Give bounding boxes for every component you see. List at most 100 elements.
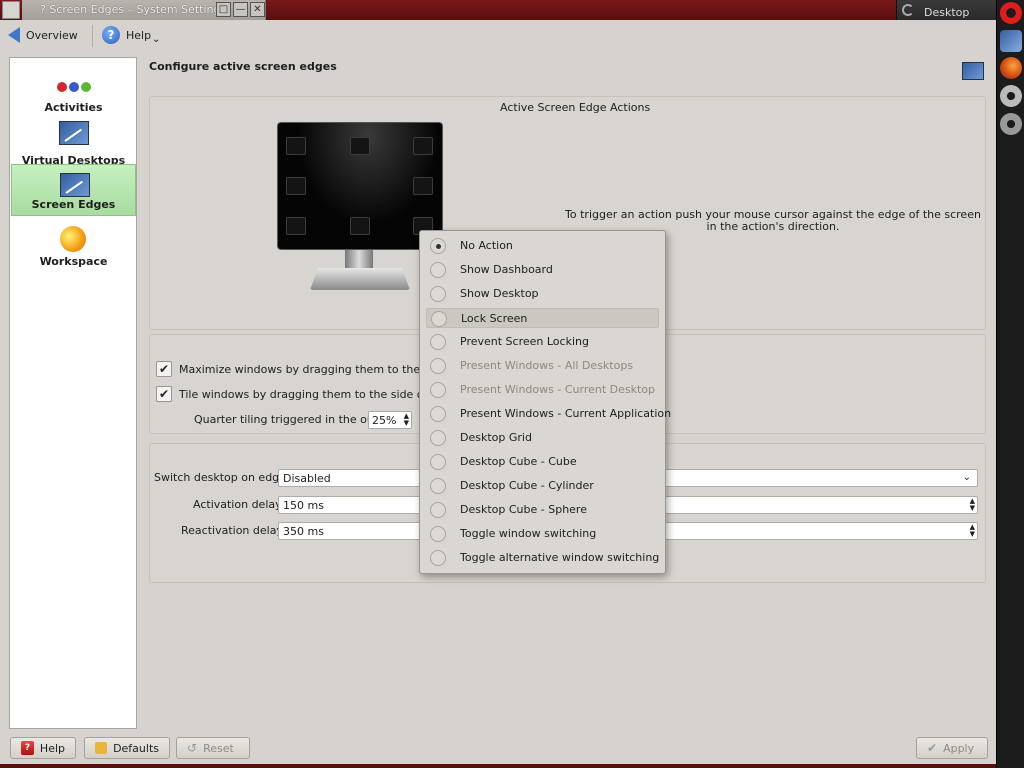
radio-icon	[430, 406, 446, 422]
menu-option-label: Present Windows - Current Desktop	[460, 383, 656, 396]
edge-right[interactable]	[413, 177, 433, 195]
menu-option[interactable]: Toggle alternative window switching	[426, 548, 659, 568]
radio-icon	[430, 262, 446, 278]
overview-label: Overview	[26, 28, 78, 42]
switch-desktop-value: Disabled	[283, 472, 331, 485]
menu-option-label: Show Dashboard	[460, 263, 553, 276]
radio-icon	[430, 478, 446, 494]
page-title: Configure active screen edges	[149, 60, 337, 73]
edge-bottom[interactable]	[350, 217, 370, 235]
menu-option[interactable]: Desktop Cube - Cylinder	[426, 476, 659, 496]
defaults-button[interactable]: Defaults	[84, 737, 170, 759]
menu-option-label: Prevent Screen Locking	[460, 335, 589, 348]
menu-option-label: Toggle window switching	[460, 527, 597, 540]
menu-option[interactable]: No Action	[426, 236, 659, 256]
menu-option-label: Desktop Cube - Cylinder	[460, 479, 594, 492]
help-label: Help	[126, 28, 152, 42]
menu-option[interactable]: Desktop Grid	[426, 428, 659, 448]
screen-edges-module-icon	[962, 62, 984, 80]
edge-bottom-left[interactable]	[286, 217, 306, 235]
monitor-preview	[277, 122, 443, 250]
menu-option[interactable]: Present Windows - Current Application	[426, 404, 671, 424]
radio-icon	[430, 454, 446, 470]
radio-icon	[430, 526, 446, 542]
quarter-tiling-value: 25%	[372, 414, 397, 427]
help-menu-button[interactable]: ? Help	[102, 24, 151, 46]
radio-icon	[431, 311, 447, 327]
menu-option[interactable]: Lock Screen	[426, 308, 659, 328]
spin-arrows-icon[interactable]: ▲ ▼	[970, 498, 975, 512]
edge-top-right[interactable]	[413, 137, 433, 155]
menu-option[interactable]: Desktop Cube - Sphere	[426, 500, 659, 520]
keep-above-button[interactable]: □	[216, 2, 231, 17]
taskbar-desktop-label: Desktop	[924, 6, 970, 19]
workspace-icon	[60, 226, 86, 252]
activities-icon	[57, 82, 91, 92]
gear-icon[interactable]	[1000, 85, 1022, 107]
reset-button-label: Reset	[203, 741, 234, 755]
menu-option-label: No Action	[460, 239, 513, 252]
maximize-label: Maximize windows by dragging them to the…	[179, 363, 456, 376]
window-title: ? Screen Edges – System Settings	[40, 3, 227, 16]
menu-option-label: Lock Screen	[461, 312, 528, 325]
sidebar-item-activities[interactable]: Activities	[11, 66, 136, 118]
defaults-button-label: Defaults	[113, 741, 159, 755]
edge-top-left[interactable]	[286, 137, 306, 155]
reactivation-delay-value: 350 ms	[283, 525, 324, 538]
reset-icon: ↺	[187, 741, 198, 755]
menu-option-label: Present Windows - All Desktops	[460, 359, 634, 372]
menu-option[interactable]: Show Dashboard	[426, 260, 659, 280]
radio-icon	[430, 382, 446, 398]
radio-icon	[430, 286, 446, 302]
menu-option[interactable]: Present Windows - Current Desktop	[426, 380, 659, 400]
sidebar-item-label: Screen Edges	[31, 198, 116, 211]
sidebar-item-label: Workspace	[39, 255, 108, 268]
menu-option-label: Desktop Grid	[460, 431, 532, 444]
quarter-tiling-spinbox[interactable]: 25% ▲ ▼	[368, 411, 412, 429]
firefox-icon[interactable]	[1000, 57, 1022, 79]
reset-button[interactable]: ↺ Reset	[176, 737, 250, 759]
edge-top[interactable]	[350, 137, 370, 155]
back-arrow-icon	[8, 27, 20, 43]
activation-delay-value: 150 ms	[283, 499, 324, 512]
window-bottom-border	[0, 764, 996, 768]
apply-button-label: Apply	[943, 741, 975, 755]
menu-option[interactable]: Show Desktop	[426, 284, 659, 304]
menu-option[interactable]: Prevent Screen Locking	[426, 332, 659, 352]
radio-icon	[430, 430, 446, 446]
gears-icon[interactable]	[1000, 113, 1022, 135]
activation-delay-label: Activation delay:	[193, 498, 285, 511]
opera-icon[interactable]	[1000, 2, 1022, 24]
sidebar-item-workspace[interactable]: Workspace	[11, 220, 136, 272]
defaults-icon	[95, 742, 108, 754]
tile-checkbox[interactable]: ✔	[156, 386, 172, 402]
menu-option-label: Present Windows - Current Application	[460, 407, 672, 420]
spin-arrows-icon[interactable]: ▲ ▼	[404, 413, 409, 427]
help-icon: ?	[21, 741, 34, 755]
overview-button[interactable]: Overview	[8, 24, 78, 46]
sidebar-item-label: Activities	[44, 101, 103, 114]
minimize-button[interactable]: —	[233, 2, 248, 17]
maximize-checkbox[interactable]: ✔	[156, 361, 172, 377]
radio-icon	[430, 550, 446, 566]
chevron-down-icon: ⌄	[962, 472, 971, 483]
menu-option[interactable]: Present Windows - All Desktops	[426, 356, 659, 376]
switch-desktop-label: Switch desktop on edge:	[154, 471, 290, 484]
menu-option[interactable]: Desktop Cube - Cube	[426, 452, 659, 472]
chevron-down-icon[interactable]: ⌄	[152, 34, 160, 45]
menu-option[interactable]: Toggle window switching	[426, 524, 659, 544]
system-settings-icon[interactable]	[1000, 30, 1022, 52]
close-button[interactable]: ✕	[250, 2, 265, 17]
apply-button[interactable]: ✔ Apply	[916, 737, 988, 759]
toolbar-separator	[92, 25, 93, 47]
edge-left[interactable]	[286, 177, 306, 195]
menu-option-label: Desktop Cube - Sphere	[460, 503, 587, 516]
tile-label: Tile windows by dragging them to the sid…	[179, 388, 459, 401]
spin-arrows-icon[interactable]: ▲ ▼	[970, 524, 975, 538]
window-menu-icon[interactable]	[2, 1, 20, 19]
sidebar-item-screen-edges[interactable]: Screen Edges	[11, 164, 136, 216]
help-button[interactable]: ? Help	[10, 737, 76, 759]
radio-icon	[430, 334, 446, 350]
module-sidebar: Activities Virtual Desktops Screen Edges…	[9, 57, 137, 729]
virtual-desktops-icon	[59, 121, 89, 145]
